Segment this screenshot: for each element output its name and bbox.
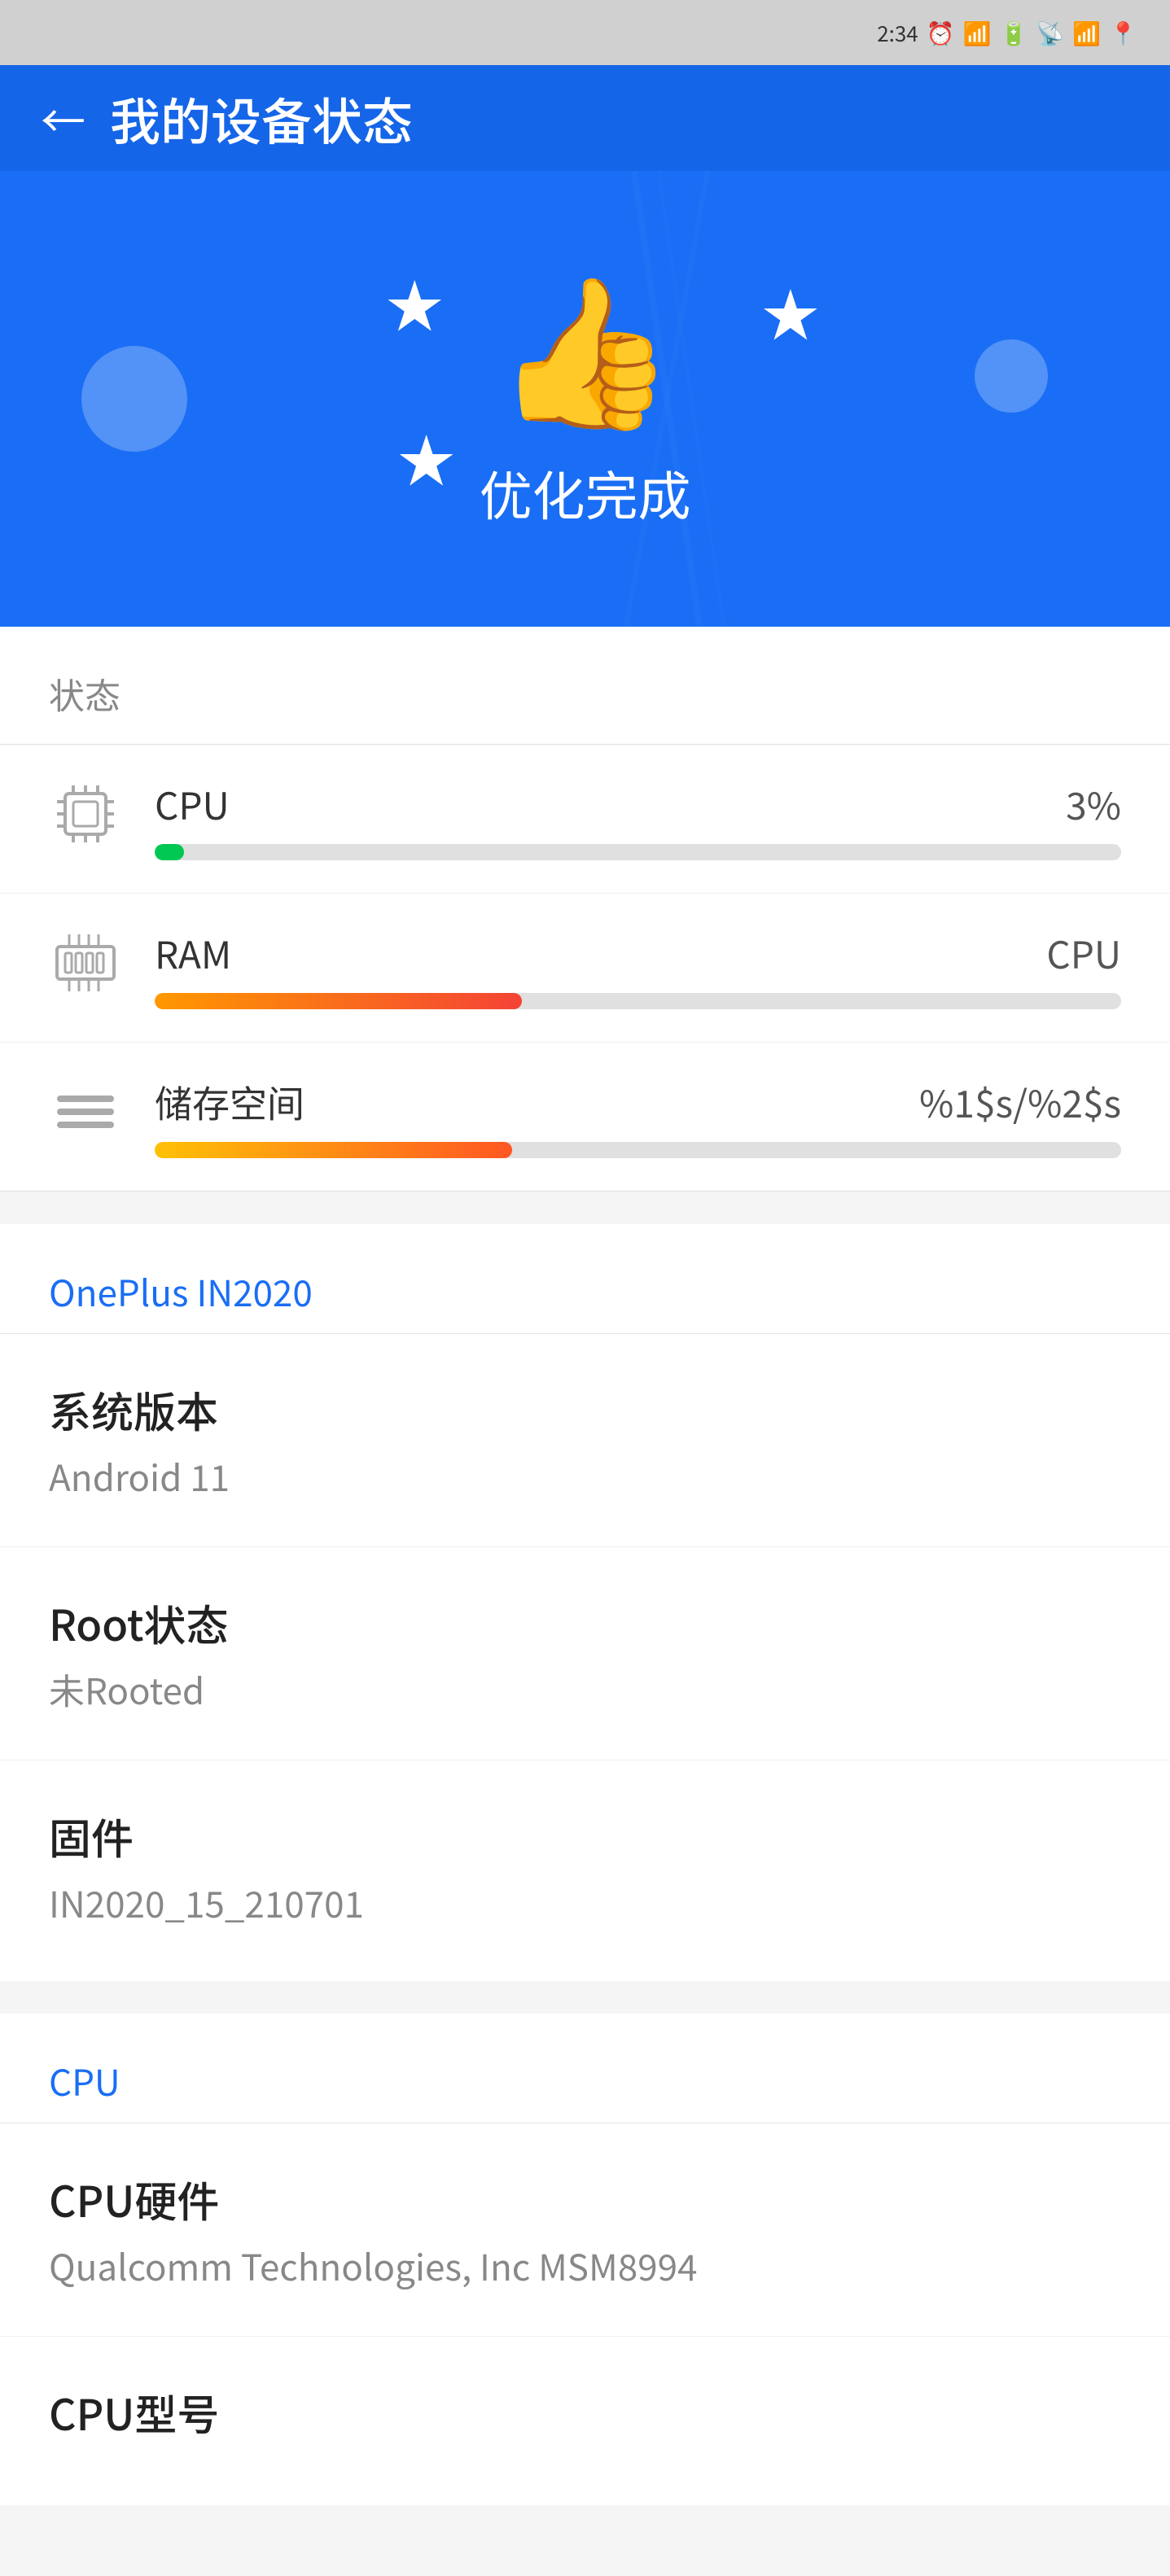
ram-status-item: RAM CPU [0,894,1170,1043]
storage-progress-bar [155,1142,512,1158]
status-bar-icons: 2:34 ⏰ 📶 🔋 📡 📶 📍 [877,16,1137,49]
root-status-item: Root状态 未Rooted [0,1547,1170,1760]
location-icon: 📍 [1109,16,1137,49]
page-title: 我的设备状态 [110,81,413,155]
ram-status-content: RAM CPU [155,926,1121,1009]
ram-icon-box [49,926,122,999]
sim-icon: 📶 [963,16,992,49]
divider-2 [0,1981,1170,1997]
ram-label: RAM [155,926,231,980]
alarm-icon: ⏰ [927,16,955,49]
ram-progress-container [155,993,1121,1009]
storage-status-row: 储存空间 %1$s/%2$s [155,1075,1121,1129]
device-section-title: OnePlus IN2020 [0,1224,1170,1334]
firmware-value: IN2020_15_210701 [49,1876,1121,1928]
system-version-item: 系统版本 Android 11 [0,1334,1170,1547]
list-line-1 [57,1096,114,1102]
cpu-icon-box [49,777,122,851]
device-section: OnePlus IN2020 系统版本 Android 11 Root状态 未R… [0,1224,1170,1981]
status-section-header: 状态 [0,627,1170,745]
storage-progress-container [155,1142,1121,1158]
status-section: 状态 CPU 3% [0,627,1170,1192]
divider-1 [0,1192,1170,1208]
storage-list-icon [53,1079,118,1144]
status-bar-time: 2:34 [877,18,918,48]
star-top-right-icon: ★ [762,271,819,353]
wifi-icon: 📡 [1036,16,1064,49]
firmware-item: 固件 IN2020_15_210701 [0,1760,1170,1973]
star-top-left-icon: ★ [386,262,443,344]
back-button[interactable]: ← [41,96,85,141]
status-bar: 2:34 ⏰ 📶 🔋 📡 📶 📍 [0,0,1170,65]
thumbs-up-icon: 👍 [493,267,676,413]
cpu-status-content: CPU 3% [155,777,1121,860]
hero-section: ★ ★ ★ 👍 优化完成 [0,171,1170,627]
hero-orb-left [81,346,187,452]
firmware-label: 固件 [49,1805,1121,1866]
storage-status-item: 储存空间 %1$s/%2$s [0,1043,1170,1192]
system-version-label: 系统版本 [49,1379,1121,1440]
storage-label: 储存空间 [155,1075,305,1129]
ram-chip-icon [53,930,118,995]
cpu-section-title: CPU [0,2014,1170,2123]
storage-status-content: 储存空间 %1$s/%2$s [155,1075,1121,1158]
star-bottom-icon: ★ [398,417,455,499]
cpu-status-row: CPU 3% [155,777,1121,831]
hero-orb-right [975,339,1048,413]
storage-value: %1$s/%2$s [919,1075,1121,1129]
cpu-model-label: CPU型号 [49,2381,1121,2443]
root-status-value: 未Rooted [49,1663,1121,1715]
ram-progress-bar [155,993,522,1009]
cpu-progress-container [155,844,1121,860]
storage-icon-box [49,1075,122,1148]
ram-status-row: RAM CPU [155,926,1121,980]
ram-value: CPU [1046,926,1121,980]
cpu-hardware-value: Qualcomm Technologies, Inc MSM8994 [49,2239,1121,2291]
battery-icon: 🔋 [1000,16,1028,49]
hero-text: 优化完成 [479,454,690,531]
list-line-3 [57,1122,114,1128]
page-header: ← 我的设备状态 [0,65,1170,171]
cpu-hardware-item: CPU硬件 Qualcomm Technologies, Inc MSM8994 [0,2123,1170,2337]
list-line-2 [57,1109,114,1115]
signal-icon: 📶 [1072,16,1101,49]
system-version-value: Android 11 [49,1450,1121,1502]
root-status-label: Root状态 [49,1592,1121,1653]
cpu-chip-icon [53,781,118,846]
cpu-progress-bar [155,844,184,860]
cpu-status-item: CPU 3% [0,745,1170,894]
cpu-value: 3% [1066,777,1121,831]
hero-icon-container: 👍 优化完成 [479,267,690,531]
cpu-section: CPU CPU硬件 Qualcomm Technologies, Inc MSM… [0,2014,1170,2505]
cpu-label: CPU [155,777,230,831]
cpu-hardware-label: CPU硬件 [49,2168,1121,2229]
cpu-model-item: CPU型号 [0,2337,1170,2497]
